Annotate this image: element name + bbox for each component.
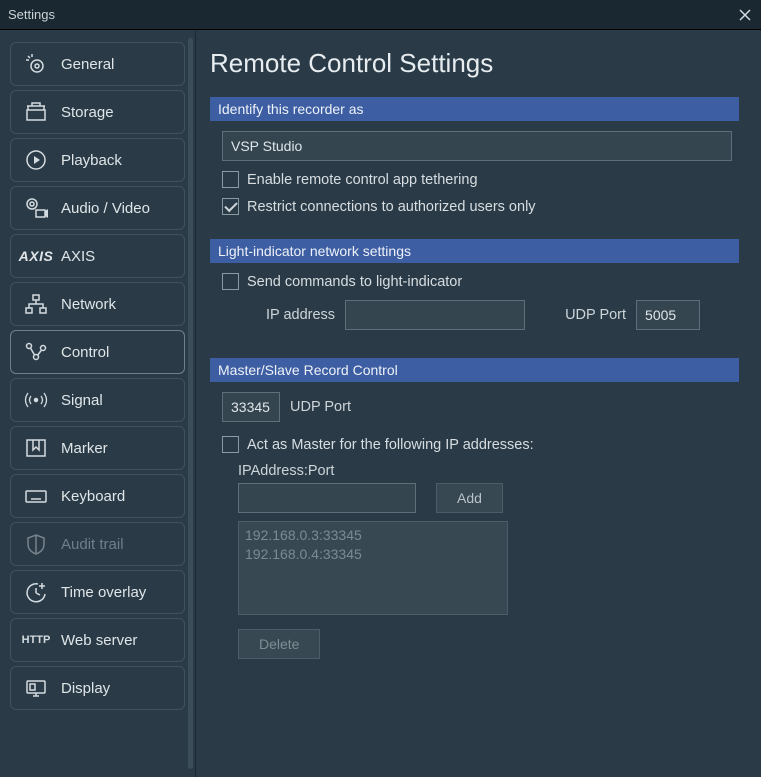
send-commands-checkbox[interactable] — [222, 273, 239, 290]
sidebar-item-audit-trail[interactable]: Audit trail — [10, 522, 185, 566]
sidebar-item-label: Keyboard — [61, 488, 125, 505]
audio-video-icon — [23, 196, 49, 220]
sidebar-item-general[interactable]: General — [10, 42, 185, 86]
sidebar-item-audio-video[interactable]: Audio / Video — [10, 186, 185, 230]
sidebar-item-label: Playback — [61, 152, 122, 169]
sidebar-item-storage[interactable]: Storage — [10, 90, 185, 134]
recorder-name-input[interactable] — [222, 131, 732, 161]
sidebar-item-label: Storage — [61, 104, 114, 121]
master-udp-port-label: UDP Port — [290, 399, 351, 415]
sidebar-item-display[interactable]: Display — [10, 666, 185, 710]
play-circle-icon — [23, 148, 49, 172]
sidebar-item-web-server[interactable]: HTTP Web server — [10, 618, 185, 662]
sidebar-scrollbar[interactable] — [188, 38, 193, 769]
storage-icon — [23, 100, 49, 124]
sidebar-item-label: Display — [61, 680, 110, 697]
sidebar-item-signal[interactable]: Signal — [10, 378, 185, 422]
udp-port-label: UDP Port — [565, 307, 626, 323]
ip-list[interactable]: 192.168.0.3:33345192.168.0.4:33345 — [238, 521, 508, 615]
add-button[interactable]: Add — [436, 483, 503, 513]
sidebar-item-label: AXIS — [61, 248, 95, 265]
sidebar-item-label: Network — [61, 296, 116, 313]
http-icon: HTTP — [23, 634, 49, 646]
light-ip-input[interactable] — [345, 300, 525, 330]
sidebar-item-axis[interactable]: AXIS AXIS — [10, 234, 185, 278]
display-icon — [23, 676, 49, 700]
section-header-master-slave: Master/Slave Record Control — [210, 358, 739, 382]
act-as-master-label: Act as Master for the following IP addre… — [247, 437, 534, 453]
act-as-master-checkbox[interactable] — [222, 436, 239, 453]
keyboard-icon — [23, 484, 49, 508]
list-item[interactable]: 192.168.0.4:33345 — [245, 545, 501, 564]
sidebar-item-label: Time overlay — [61, 584, 146, 601]
ipaddress-port-input[interactable] — [238, 483, 416, 513]
enable-tethering-label: Enable remote control app tethering — [247, 172, 478, 188]
sidebar: General Storage Playback Audio / Video A… — [0, 30, 196, 777]
master-udp-port-input[interactable] — [222, 392, 280, 422]
delete-button[interactable]: Delete — [238, 629, 320, 659]
sidebar-item-label: Control — [61, 344, 109, 361]
gear-sparkle-icon — [23, 52, 49, 76]
clock-plus-icon — [23, 580, 49, 604]
send-commands-label: Send commands to light-indicator — [247, 274, 462, 290]
sidebar-item-label: General — [61, 56, 114, 73]
shield-icon — [23, 532, 49, 556]
sidebar-item-playback[interactable]: Playback — [10, 138, 185, 182]
light-udp-port-input[interactable] — [636, 300, 700, 330]
sidebar-item-keyboard[interactable]: Keyboard — [10, 474, 185, 518]
axis-logo-icon: AXIS — [23, 248, 49, 264]
sidebar-item-network[interactable]: Network — [10, 282, 185, 326]
signal-icon — [23, 388, 49, 412]
section-header-identify: Identify this recorder as — [210, 97, 739, 121]
restrict-connections-checkbox[interactable] — [222, 198, 239, 215]
sidebar-item-control[interactable]: Control — [10, 330, 185, 374]
sidebar-item-time-overlay[interactable]: Time overlay — [10, 570, 185, 614]
control-nodes-icon — [23, 340, 49, 364]
sidebar-item-label: Audio / Video — [61, 200, 150, 217]
sidebar-item-marker[interactable]: Marker — [10, 426, 185, 470]
close-icon[interactable] — [737, 7, 753, 23]
window-title: Settings — [8, 7, 55, 22]
titlebar: Settings — [0, 0, 761, 30]
page-title: Remote Control Settings — [210, 48, 739, 79]
list-item[interactable]: 192.168.0.3:33345 — [245, 526, 501, 545]
network-icon — [23, 292, 49, 316]
ip-address-label: IP address — [266, 307, 335, 323]
main-panel: Remote Control Settings Identify this re… — [196, 30, 761, 777]
sidebar-item-label: Signal — [61, 392, 103, 409]
bookmark-icon — [23, 436, 49, 460]
sidebar-item-label: Marker — [61, 440, 108, 457]
ipaddress-port-label: IPAddress:Port — [238, 463, 739, 479]
restrict-connections-label: Restrict connections to authorized users… — [247, 199, 536, 215]
sidebar-item-label: Web server — [61, 632, 137, 649]
enable-tethering-checkbox[interactable] — [222, 171, 239, 188]
sidebar-item-label: Audit trail — [61, 536, 124, 553]
section-header-light: Light-indicator network settings — [210, 239, 739, 263]
